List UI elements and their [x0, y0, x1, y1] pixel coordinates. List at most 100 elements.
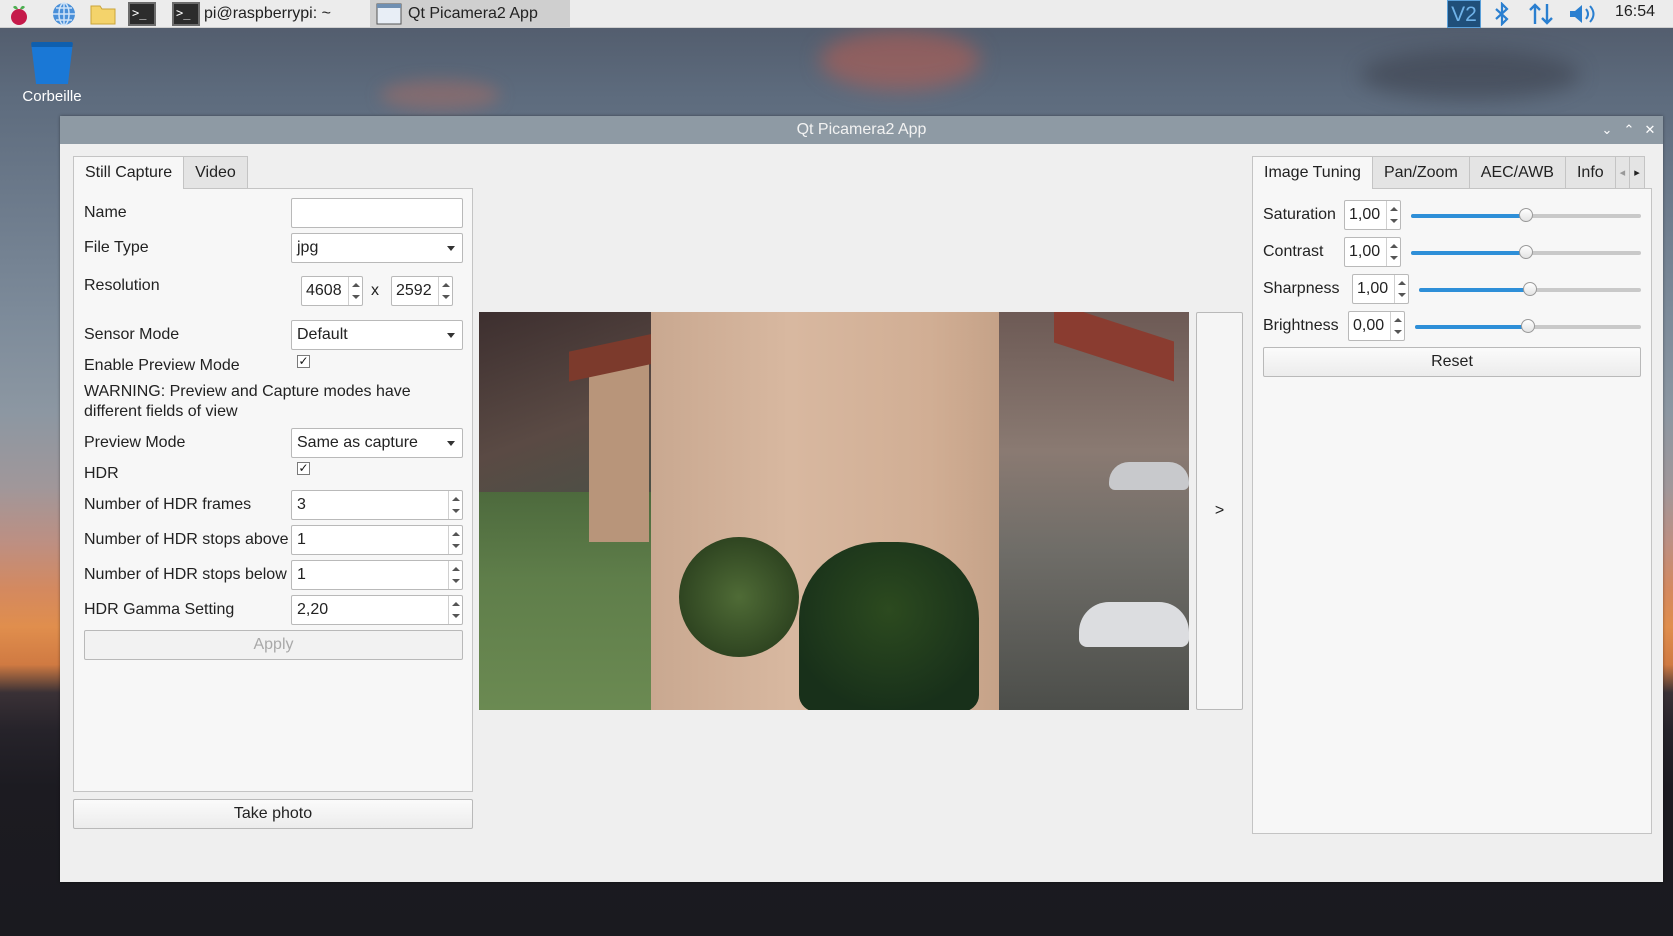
hdr-stops-below-spinbox[interactable]: 1	[291, 560, 463, 590]
brightness-spinbox[interactable]: 0,00	[1348, 311, 1405, 341]
network-icon[interactable]	[1528, 2, 1554, 31]
tab-scroll-left-icon[interactable]: ◂	[1614, 156, 1631, 188]
tuning-tabbar: Image Tuning Pan/Zoom AEC/AWB Info ◂ ▸	[1252, 156, 1645, 189]
tab-image-tuning[interactable]: Image Tuning	[1252, 156, 1373, 189]
spin-buttons[interactable]	[1386, 201, 1400, 229]
spin-buttons[interactable]	[1390, 312, 1404, 340]
sharpness-slider-handle[interactable]	[1523, 282, 1537, 296]
hdr-frames-spinbox[interactable]: 3	[291, 490, 463, 520]
resolution-width-spinbox[interactable]: 4608	[301, 276, 363, 306]
preview-warning-text: WARNING: Preview and Capture modes have …	[84, 383, 411, 420]
file-type-select[interactable]: jpg	[291, 233, 463, 263]
spin-buttons[interactable]	[348, 277, 362, 305]
file-type-value: jpg	[297, 239, 319, 256]
task-picamera-app[interactable]: Qt Picamera2 App	[370, 0, 570, 28]
enable-preview-label: Enable Preview Mode	[84, 357, 240, 374]
spin-down-icon[interactable]	[352, 295, 360, 299]
trash-desktop-icon[interactable]: Corbeille	[14, 42, 90, 105]
name-label: Name	[84, 204, 127, 221]
close-icon[interactable]: ✕	[1639, 116, 1661, 144]
web-browser-icon[interactable]	[50, 1, 78, 27]
spin-up-icon[interactable]	[1390, 207, 1398, 211]
hdr-checkbox[interactable]: ✓	[297, 462, 310, 475]
expand-panel-button[interactable]: >	[1196, 312, 1243, 710]
saturation-slider-fill	[1411, 214, 1526, 218]
saturation-slider-handle[interactable]	[1519, 208, 1533, 222]
spin-buttons[interactable]	[1394, 275, 1408, 303]
tab-aec-awb[interactable]: AEC/AWB	[1468, 156, 1566, 188]
wallpaper-cloud	[1360, 50, 1580, 100]
task-terminal[interactable]: >_ pi@raspberrypi: ~	[172, 0, 362, 28]
trash-label: Corbeille	[22, 88, 82, 105]
preview-house-left	[589, 352, 649, 542]
brightness-slider-handle[interactable]	[1521, 319, 1535, 333]
spin-up-icon[interactable]	[1398, 281, 1406, 285]
hdr-gamma-label: HDR Gamma Setting	[84, 601, 235, 618]
spin-buttons[interactable]	[1386, 238, 1400, 266]
sharpness-slider[interactable]	[1419, 282, 1641, 296]
sensor-mode-value: Default	[297, 326, 348, 343]
image-tuning-panel: Saturation 1,00 Contrast 1,00 Sharpness …	[1252, 188, 1652, 834]
tab-still-capture[interactable]: Still Capture	[73, 156, 185, 189]
saturation-slider[interactable]	[1411, 208, 1641, 222]
spin-down-icon[interactable]	[1390, 219, 1398, 223]
hdr-gamma-spinbox[interactable]: 2,20	[291, 595, 463, 625]
tab-info[interactable]: Info	[1564, 156, 1616, 188]
volume-icon[interactable]	[1568, 3, 1598, 30]
spin-down-icon[interactable]	[452, 579, 460, 583]
window-titlebar[interactable]: Qt Picamera2 App ⌄ ⌃ ✕	[60, 116, 1663, 144]
name-input[interactable]	[291, 198, 463, 228]
trash-icon	[31, 42, 73, 84]
spin-up-icon[interactable]	[452, 602, 460, 606]
spin-down-icon[interactable]	[452, 614, 460, 618]
spin-down-icon[interactable]	[452, 509, 460, 513]
contrast-spinbox[interactable]: 1,00	[1344, 237, 1401, 267]
tab-scroll-right-icon[interactable]: ▸	[1629, 156, 1645, 188]
enable-preview-checkbox[interactable]: ✓	[297, 355, 310, 368]
spin-up-icon[interactable]	[452, 567, 460, 571]
brightness-slider[interactable]	[1415, 319, 1641, 333]
spin-up-icon[interactable]	[352, 283, 360, 287]
preview-mode-select[interactable]: Same as capture	[291, 428, 463, 458]
window-icon	[376, 3, 402, 25]
maximize-icon[interactable]: ⌃	[1618, 116, 1640, 144]
spin-buttons[interactable]	[438, 277, 452, 305]
resolution-height-spinbox[interactable]: 2592	[391, 276, 453, 306]
vnc-icon[interactable]: V2	[1447, 0, 1481, 28]
spin-buttons[interactable]	[448, 491, 462, 519]
spin-down-icon[interactable]	[442, 295, 450, 299]
file-manager-icon[interactable]	[89, 1, 117, 27]
spin-buttons[interactable]	[448, 561, 462, 589]
contrast-value: 1,00	[1349, 243, 1381, 260]
bluetooth-icon[interactable]	[1492, 1, 1512, 31]
tab-pan-zoom[interactable]: Pan/Zoom	[1371, 156, 1470, 188]
tab-video[interactable]: Video	[183, 156, 248, 188]
reset-button[interactable]: Reset	[1263, 347, 1641, 377]
hdr-gamma-value: 2,20	[297, 601, 329, 618]
spin-up-icon[interactable]	[1394, 318, 1402, 322]
contrast-slider-handle[interactable]	[1519, 245, 1533, 259]
saturation-spinbox[interactable]: 1,00	[1344, 200, 1401, 230]
preview-car-2	[1109, 462, 1189, 490]
spin-buttons[interactable]	[448, 526, 462, 554]
spin-up-icon[interactable]	[452, 532, 460, 536]
contrast-slider[interactable]	[1411, 245, 1641, 259]
spin-down-icon[interactable]	[452, 544, 460, 548]
terminal-icon: >_	[172, 2, 200, 26]
minimize-icon[interactable]: ⌄	[1596, 116, 1618, 144]
spin-up-icon[interactable]	[442, 283, 450, 287]
spin-down-icon[interactable]	[1390, 256, 1398, 260]
spin-up-icon[interactable]	[452, 497, 460, 501]
take-photo-button[interactable]: Take photo	[73, 799, 473, 829]
terminal-launcher-icon[interactable]: >_	[128, 1, 156, 27]
sensor-mode-select[interactable]: Default	[291, 320, 463, 350]
spin-buttons[interactable]	[448, 596, 462, 624]
hdr-stops-above-spinbox[interactable]: 1	[291, 525, 463, 555]
spin-down-icon[interactable]	[1398, 293, 1406, 297]
raspberry-menu-icon[interactable]	[5, 1, 33, 27]
sharpness-spinbox[interactable]: 1,00	[1352, 274, 1409, 304]
spin-up-icon[interactable]	[1390, 244, 1398, 248]
hdr-stops-below-value: 1	[297, 566, 306, 583]
spin-down-icon[interactable]	[1394, 330, 1402, 334]
apply-button[interactable]: Apply	[84, 630, 463, 660]
